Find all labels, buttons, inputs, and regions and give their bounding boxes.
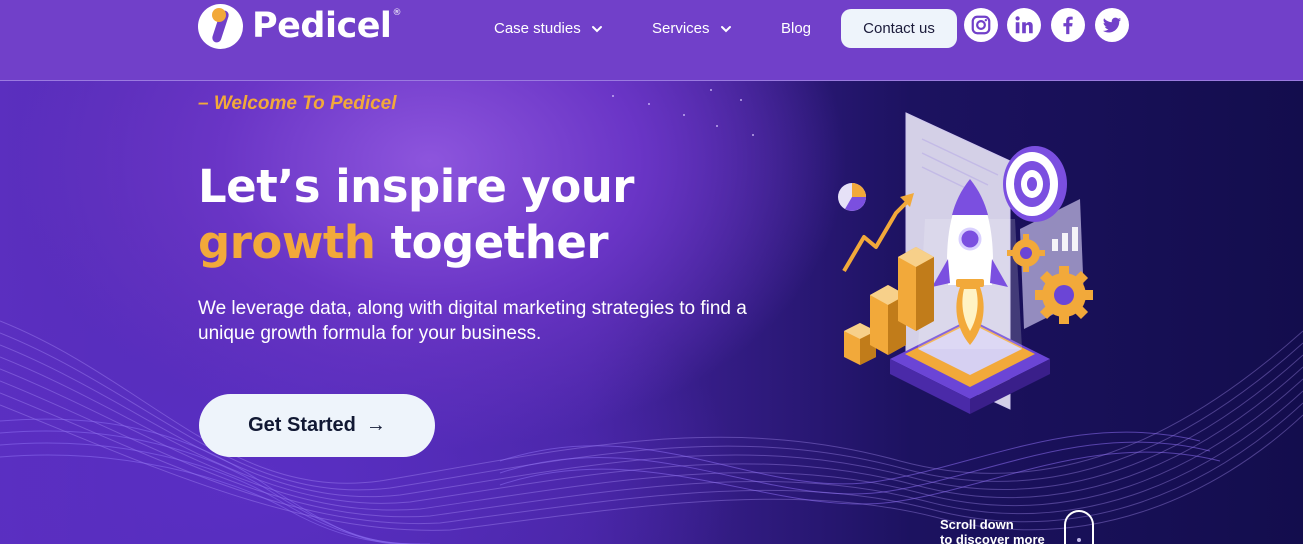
twitter-icon <box>1102 17 1122 33</box>
registered-mark: ® <box>392 8 402 18</box>
nav-case-studies-label: Case studies <box>494 20 581 37</box>
scroll-down-hint[interactable]: Scroll down to discover more <box>940 517 1045 544</box>
hero-section: – Welcome To Pedicel Let’s inspire your … <box>0 81 1303 544</box>
brand-logo[interactable]: Pedicel ® <box>198 2 401 50</box>
star-decoration <box>612 95 614 97</box>
nav-services-label: Services <box>652 20 710 37</box>
scroll-hint-line-1: Scroll down <box>940 517 1014 532</box>
star-decoration <box>716 125 718 127</box>
pedicel-logo-icon <box>198 3 243 49</box>
facebook-link[interactable] <box>1051 8 1085 42</box>
hero-eyebrow: – Welcome To Pedicel <box>198 93 397 114</box>
star-decoration <box>683 114 685 116</box>
star-decoration <box>710 89 712 91</box>
star-decoration <box>740 99 742 101</box>
linkedin-link[interactable] <box>1007 8 1041 42</box>
facebook-icon <box>1063 16 1073 35</box>
hero-headline: Let’s inspire your growth together <box>198 159 635 271</box>
chevron-down-icon <box>591 25 602 32</box>
instagram-icon <box>971 15 991 35</box>
headline-rest: together <box>375 216 609 269</box>
nav-blog[interactable]: Blog <box>781 20 811 37</box>
scroll-hint-line-2: to discover more <box>940 532 1045 544</box>
rocket-growth-illustration <box>838 112 1093 414</box>
chevron-down-icon <box>720 25 731 32</box>
star-decoration <box>648 103 650 105</box>
instagram-link[interactable] <box>964 8 998 42</box>
star-decoration <box>752 134 754 136</box>
twitter-link[interactable] <box>1095 8 1129 42</box>
scroll-mouse-icon[interactable] <box>1064 510 1094 544</box>
brand-name: Pedicel <box>252 6 392 46</box>
headline-line-1: Let’s inspire your <box>198 160 635 213</box>
get-started-label: Get Started <box>248 414 356 436</box>
arrow-right-icon: → <box>365 414 386 436</box>
nav-services[interactable]: Services <box>652 20 732 37</box>
nav-case-studies[interactable]: Case studies <box>494 20 603 37</box>
site-header: Pedicel ® Case studies Services Blog Con… <box>0 0 1303 81</box>
get-started-button[interactable]: Get Started → <box>199 394 435 457</box>
hero-subtext: We leverage data, along with digital mar… <box>198 298 747 344</box>
contact-us-button[interactable]: Contact us <box>841 9 957 48</box>
linkedin-icon <box>1015 16 1033 34</box>
nav-blog-label: Blog <box>781 20 812 37</box>
headline-accent-word: growth <box>198 216 376 269</box>
